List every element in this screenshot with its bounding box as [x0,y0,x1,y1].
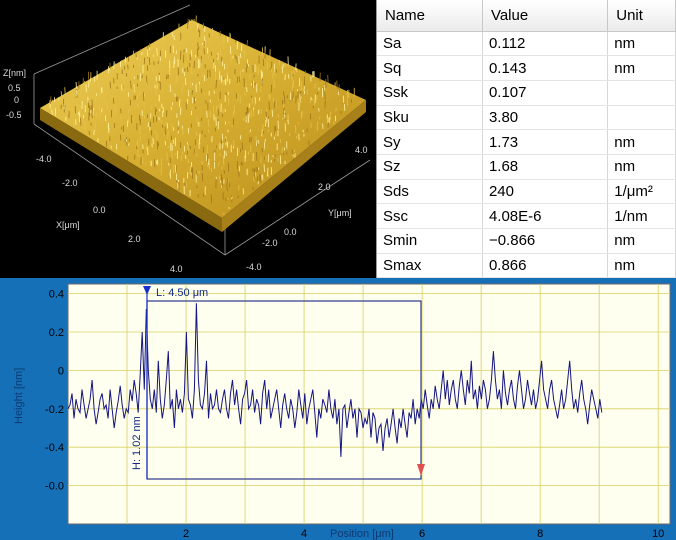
table-row[interactable]: Smax 0.866 nm [377,253,676,279]
y-tick-label: 0.0 [284,227,297,237]
param-name: Smax [377,253,483,279]
param-unit: 1/nm [607,203,676,229]
z-tick-label: -0.5 [6,110,22,120]
table-row[interactable]: Ssk 0.107 [377,80,676,106]
column-header-value[interactable]: Value [482,0,609,32]
surface-3d-canvas[interactable]: Z[nm] 0.5 0 -0.5 -4.0 -2.0 0.0 X[μm] 2.0… [0,0,376,278]
parameter-table: Name Value Unit Sa 0.112 nm Sq 0.143 nm … [377,0,676,279]
x-tick-label: 2.0 [128,234,141,244]
param-value: 0.112 [482,31,609,57]
param-value: 1.68 [482,154,609,180]
param-name: Ssk [377,80,483,106]
param-unit: nm [607,55,676,81]
x-tick-label: 4.0 [170,264,183,274]
y-tick-label: -0.2 [45,404,64,416]
y-axis-title: Height [nm] [13,368,25,424]
param-unit [607,80,676,106]
x-tick-labels: 2 4 6 8 10 [183,528,664,540]
param-value: 0.866 [482,253,609,279]
param-unit: nm [607,228,676,254]
table-row[interactable]: Ssc 4.08E-6 1/nm [377,203,676,229]
table-row[interactable]: Sz 1.68 nm [377,154,676,180]
param-name: Sds [377,179,483,205]
z-tick-label: 0 [14,95,19,105]
param-unit: nm [607,154,676,180]
y-tick-label: 4.0 [355,145,368,155]
param-unit: 1/μm² [607,179,676,205]
length-annotation: L: 4.50 μm [156,287,208,299]
x-tick-label: 4 [301,528,307,540]
y-axis-label: Y[μm] [328,208,352,218]
param-value: 0.143 [482,55,609,81]
param-value: 4.08E-6 [482,203,609,229]
y-tick-labels: 0.4 0.2 0 -0.2 -0.4 -0.0 [45,289,64,493]
height-annotation: H: 1.02 nm [131,416,143,470]
param-unit: nm [607,31,676,57]
table-row[interactable]: Sq 0.143 nm [377,55,676,81]
x-tick-label: 8 [537,528,543,540]
surface-3d-view[interactable]: Z[nm] 0.5 0 -0.5 -4.0 -2.0 0.0 X[μm] 2.0… [0,0,376,278]
param-name: Sku [377,105,483,131]
table-header-row: Name Value Unit [377,0,676,32]
param-name: Sz [377,154,483,180]
param-name: Smin [377,228,483,254]
plot-area [67,283,671,525]
roughness-parameter-table: Name Value Unit Sa 0.112 nm Sq 0.143 nm … [376,0,676,279]
profile-chart[interactable]: 0.4 0.2 0 -0.2 -0.4 -0.0 2 4 6 8 10 L: 4.50 μm H:… [0,278,676,540]
table-row[interactable]: Sy 1.73 nm [377,129,676,155]
table-row[interactable]: Sa 0.112 nm [377,31,676,57]
y-tick-label: 0.4 [49,289,64,301]
z-axis-label: Z[nm] [3,68,26,78]
x-tick-label: -2.0 [62,178,78,188]
column-header-name[interactable]: Name [377,0,483,32]
x-tick-label: 0.0 [93,205,106,215]
param-value: 240 [482,179,609,205]
param-unit: nm [607,129,676,155]
column-header-unit[interactable]: Unit [607,0,676,32]
y-tick-label: 2.0 [318,182,331,192]
y-tick-label: -2.0 [262,238,278,248]
param-unit [607,105,676,131]
z-tick-label: 0.5 [8,83,21,93]
y-tick-label: -0.4 [45,442,64,454]
param-name: Ssc [377,203,483,229]
x-axis-label: X[μm] [56,220,80,230]
x-tick-label: 10 [652,528,664,540]
table-row[interactable]: Smin −0.866 nm [377,228,676,254]
x-tick-label: -4.0 [36,154,52,164]
table-row[interactable]: Sku 3.80 [377,105,676,131]
y-tick-label: -0.0 [45,481,64,493]
y-tick-label: 0.2 [49,327,64,339]
line-profile-panel: 0.4 0.2 0 -0.2 -0.4 -0.0 2 4 6 8 10 L: 4.50 μm H:… [0,278,676,540]
param-name: Sa [377,31,483,57]
table-row[interactable]: Sds 240 1/μm² [377,179,676,205]
y-tick-label: 0 [58,365,64,377]
param-name: Sy [377,129,483,155]
param-value: 1.73 [482,129,609,155]
param-name: Sq [377,55,483,81]
x-tick-label: 2 [183,528,189,540]
param-value: 0.107 [482,80,609,106]
param-value: 3.80 [482,105,609,131]
x-tick-label: 6 [419,528,425,540]
x-axis-title: Position [μm] [330,528,394,540]
param-value: −0.866 [482,228,609,254]
y-tick-label: -4.0 [246,262,262,272]
param-unit: nm [607,253,676,279]
